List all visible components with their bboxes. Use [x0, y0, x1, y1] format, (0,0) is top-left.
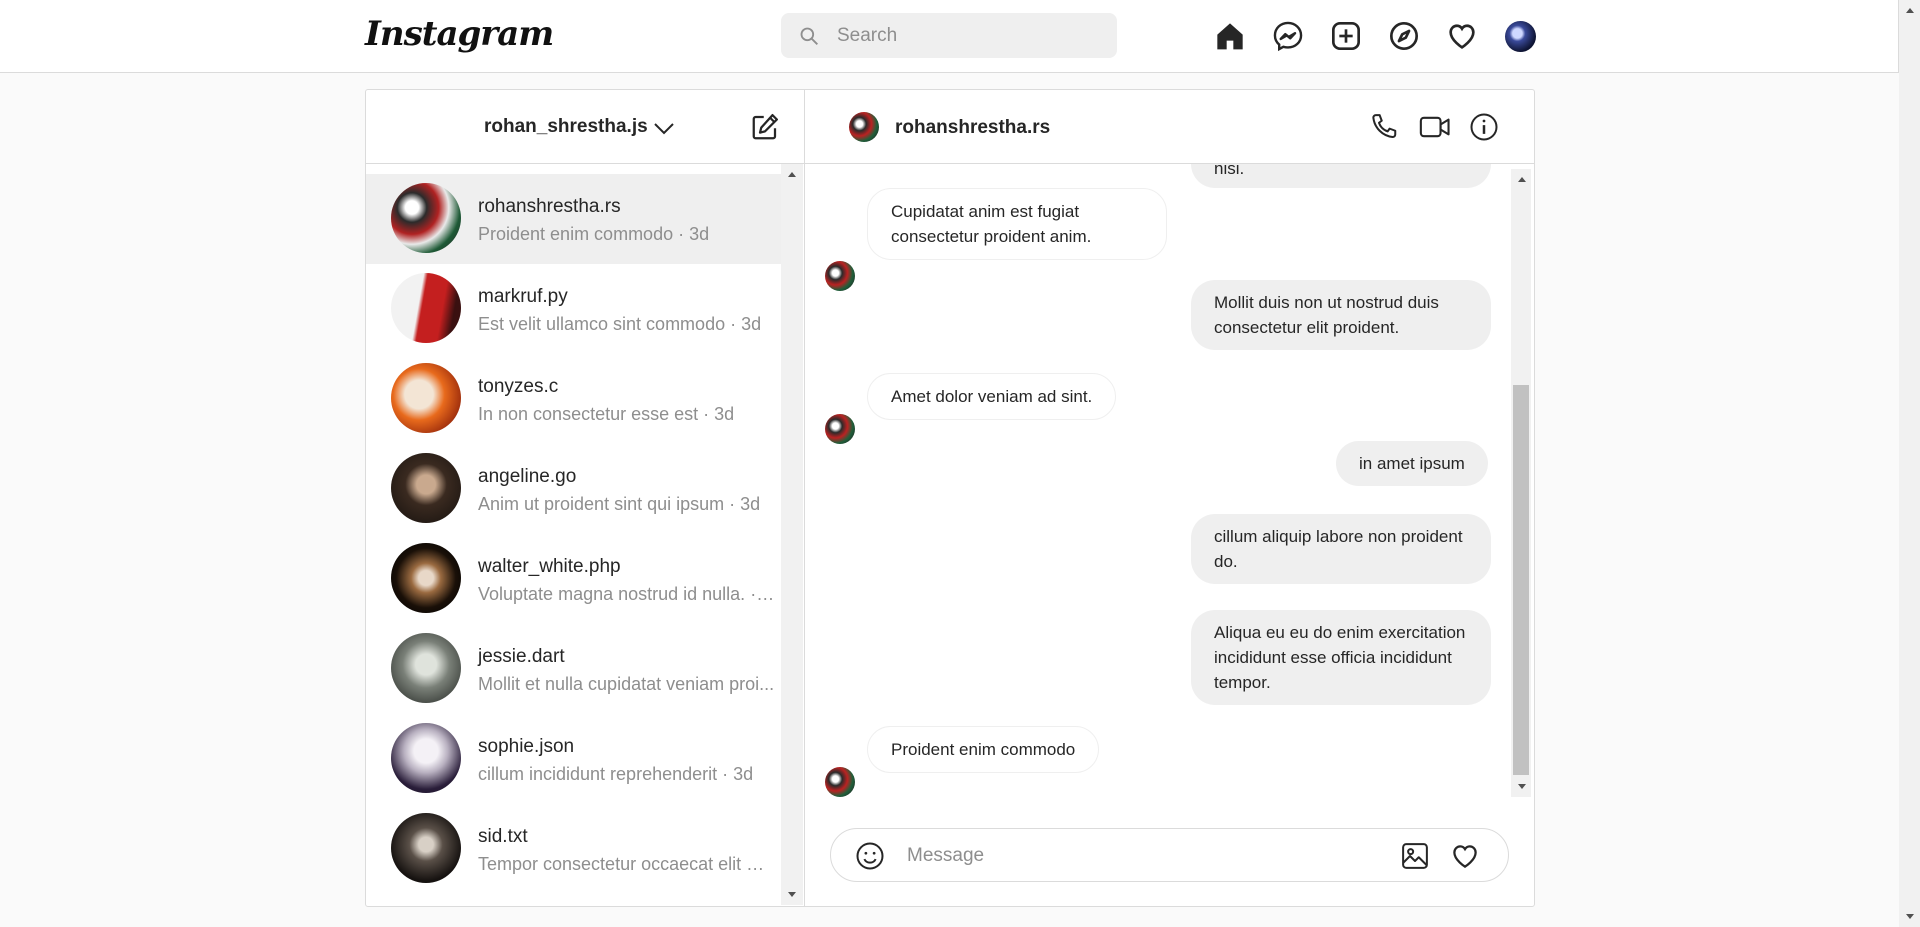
new-post-icon[interactable]	[1330, 20, 1362, 52]
emoji-icon[interactable]	[855, 841, 885, 871]
avatar	[391, 723, 461, 793]
thread-name: markruf.py	[478, 286, 568, 307]
instagram-logo[interactable]: Instagram	[365, 14, 554, 54]
thread-name: sid.txt	[478, 826, 528, 847]
search-box[interactable]	[781, 13, 1117, 58]
message-bubble: Aliqua eu eu do enim exercitation incidi…	[1191, 610, 1491, 705]
image-upload-icon[interactable]	[1400, 841, 1430, 871]
thread-preview: In non consectetur esse est · 3d	[478, 404, 735, 424]
thread-list: rohanshrestha.rs Proident enim commodo ·…	[366, 164, 781, 906]
thread-name: sophie.json	[478, 736, 575, 757]
avatar	[391, 183, 461, 253]
chat-header: rohanshrestha.rs	[805, 90, 1534, 164]
thread-preview: Anim ut proident sint qui ipsum · 3d	[478, 494, 761, 514]
thread-item[interactable]: jessie.dart Mollit et nulla cupidatat ve…	[366, 624, 781, 714]
info-icon[interactable]	[1469, 112, 1499, 142]
search-icon	[800, 27, 818, 45]
thread-preview: cillum incididunt reprehenderit · 3d	[478, 764, 754, 784]
message-bubble: Cupidatat anim est fugiat consectetur pr…	[867, 188, 1167, 260]
thread-item[interactable]: sophie.json cillum incididunt reprehende…	[366, 714, 781, 804]
avatar	[391, 453, 461, 523]
scroll-up-arrow[interactable]	[1518, 177, 1526, 182]
avatar	[391, 633, 461, 703]
avatar[interactable]	[849, 112, 879, 142]
thread-item[interactable]: angeline.go Anim ut proident sint qui ip…	[366, 444, 781, 534]
messenger-icon[interactable]	[1272, 20, 1304, 52]
top-navbar: Instagram	[0, 0, 1899, 73]
home-icon[interactable]	[1214, 20, 1246, 52]
scroll-up-arrow[interactable]	[788, 172, 796, 177]
avatar	[391, 363, 461, 433]
thread-preview: Tempor consectetur occaecat elit ma...	[478, 854, 778, 874]
message-thread: nisi. Cupidatat anim est fugiat consecte…	[805, 164, 1511, 804]
scroll-up-arrow[interactable]	[1906, 8, 1914, 13]
chat-partner-name[interactable]: rohanshrestha.rs	[895, 117, 1050, 139]
thread-item[interactable]: markruf.py Est velit ullamco sint commod…	[366, 264, 781, 354]
phone-icon[interactable]	[1369, 112, 1399, 142]
video-call-icon[interactable]	[1419, 112, 1451, 142]
scroll-down-arrow[interactable]	[1906, 914, 1914, 919]
thread-item[interactable]: walter_white.php Voluptate magna nostrud…	[366, 534, 781, 624]
thread-item[interactable]: tonyzes.c In non consectetur esse est · …	[366, 354, 781, 444]
thread-preview: Est velit ullamco sint commodo · 3d	[478, 314, 762, 334]
avatar	[391, 543, 461, 613]
message-bubble: Mollit duis non ut nostrud duis consecte…	[1191, 280, 1491, 350]
activity-heart-icon[interactable]	[1446, 20, 1478, 52]
avatar	[825, 414, 855, 444]
message-bubble: in amet ipsum	[1336, 441, 1488, 486]
thread-item[interactable]: sid.txt Tempor consectetur occaecat elit…	[366, 804, 781, 894]
like-heart-icon[interactable]	[1450, 841, 1480, 871]
thread-list-scrollbar[interactable]	[781, 164, 803, 905]
chat-panel: rohanshrestha.rs nisi. Cupidatat anim es…	[805, 90, 1534, 906]
thread-preview: Mollit et nulla cupidatat veniam proi...	[478, 674, 775, 694]
avatar	[825, 261, 855, 291]
search-input[interactable]	[835, 21, 1109, 51]
message-bubble: Proident enim commodo	[867, 726, 1100, 773]
explore-icon[interactable]	[1388, 20, 1420, 52]
message-bubble: nisi.	[1191, 164, 1491, 188]
avatar	[825, 767, 855, 797]
message-scrollbar[interactable]	[1511, 169, 1531, 797]
scroll-down-arrow[interactable]	[788, 892, 796, 897]
thread-name: rohanshrestha.rs	[478, 196, 621, 217]
scroll-down-arrow[interactable]	[1518, 784, 1526, 789]
message-input[interactable]	[905, 843, 1379, 869]
thread-preview: Proident enim commodo · 3d	[478, 224, 710, 244]
page-scrollbar[interactable]	[1899, 0, 1920, 927]
chevron-down-icon[interactable]	[652, 116, 676, 140]
thread-name: walter_white.php	[478, 556, 621, 577]
thread-name: angeline.go	[478, 466, 577, 487]
profile-avatar[interactable]	[1505, 21, 1536, 52]
message-bubble: cillum aliquip labore non proident do.	[1191, 514, 1491, 584]
thread-preview: Voluptate magna nostrud id nulla. · 3d	[478, 584, 778, 604]
thread-name: jessie.dart	[478, 646, 565, 667]
scrollbar-thumb[interactable]	[1513, 385, 1529, 775]
avatar	[391, 813, 461, 883]
account-switcher[interactable]: rohan_shrestha.js	[484, 116, 648, 138]
inbox-header: rohan_shrestha.js	[366, 90, 804, 164]
new-message-icon[interactable]	[750, 112, 780, 142]
thread-item[interactable]: rohanshrestha.rs Proident enim commodo ·…	[366, 174, 781, 264]
direct-messages-container: rohan_shrestha.js rohanshrestha.rs Proid…	[365, 89, 1535, 907]
message-composer	[830, 828, 1509, 882]
thread-name: tonyzes.c	[478, 376, 559, 397]
inbox-panel: rohan_shrestha.js rohanshrestha.rs Proid…	[366, 90, 805, 906]
avatar	[391, 273, 461, 343]
message-bubble: Amet dolor veniam ad sint.	[867, 373, 1117, 420]
